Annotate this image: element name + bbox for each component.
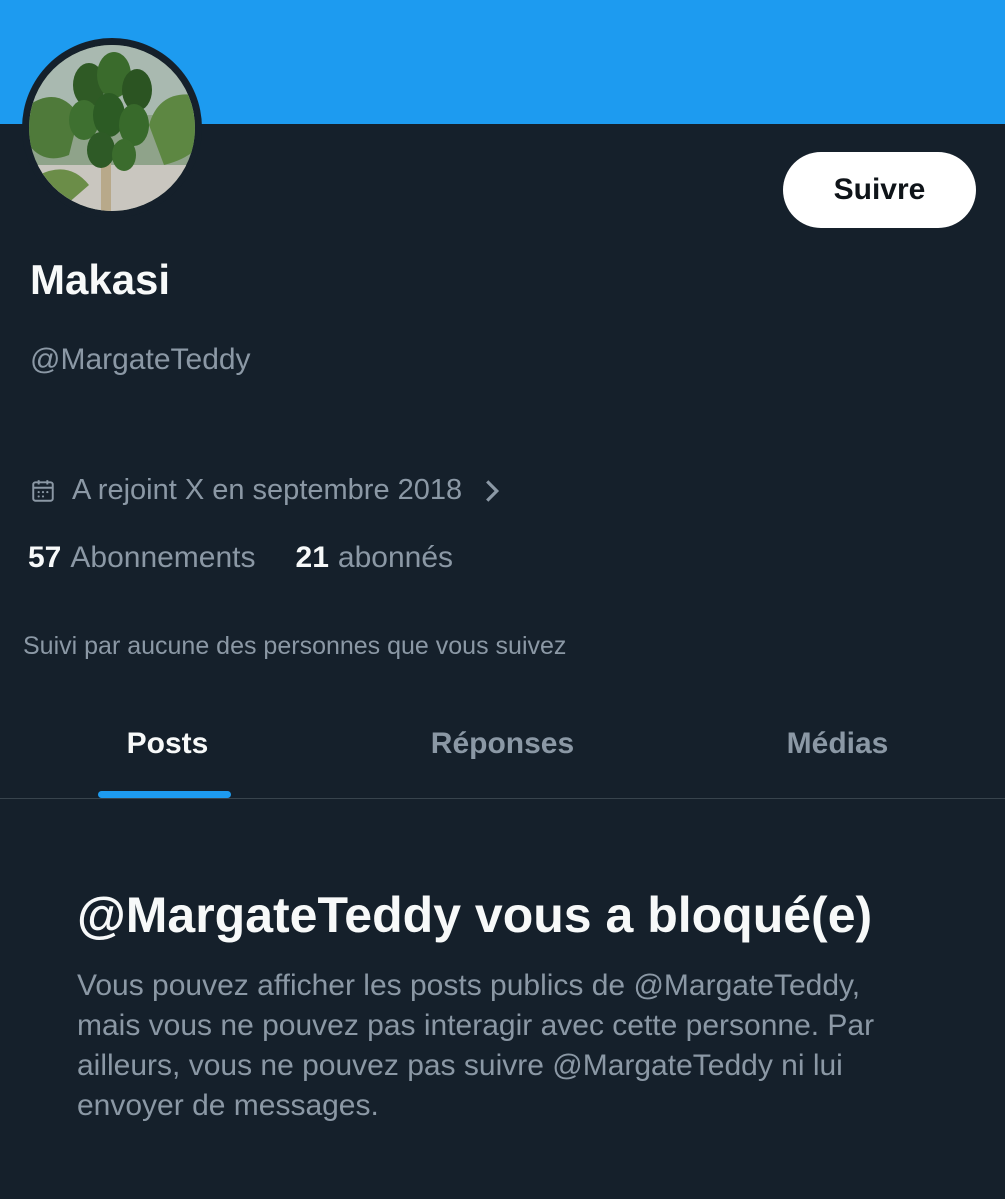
following-count: 57	[28, 541, 62, 574]
following-link[interactable]: 57 Abonnements	[28, 541, 256, 575]
followed-by-text: Suivi par aucune des personnes que vous …	[23, 632, 567, 660]
followers-link[interactable]: 21 abonnés	[296, 541, 453, 575]
avatar[interactable]	[22, 38, 202, 218]
profile-handle: @MargateTeddy	[30, 343, 251, 376]
blocked-description: Vous pouvez afficher les posts publics d…	[77, 969, 875, 1122]
following-label: Abonnements	[70, 541, 256, 574]
chevron-right-icon	[486, 479, 500, 502]
followers-label: abonnés	[337, 541, 453, 574]
blocked-title: @MargateTeddy vous a bloqué(e)	[77, 887, 873, 943]
tab-media[interactable]: Médias	[670, 690, 1005, 798]
profile-tabs: Posts Réponses Médias	[0, 690, 1005, 799]
joined-date-text: A rejoint X en septembre 2018	[72, 474, 463, 506]
joined-date-row[interactable]: A rejoint X en septembre 2018	[30, 474, 500, 507]
avatar-photo	[29, 45, 195, 211]
tab-replies[interactable]: Réponses	[335, 690, 670, 798]
tab-posts[interactable]: Posts	[0, 690, 335, 798]
followers-count: 21	[295, 541, 329, 574]
follow-button[interactable]: Suivre	[783, 152, 976, 228]
calendar-icon	[32, 479, 54, 502]
active-tab-indicator	[98, 791, 231, 798]
follow-stats: 57 Abonnements 21 abonnés	[28, 541, 453, 575]
display-name: Makasi	[30, 256, 171, 303]
